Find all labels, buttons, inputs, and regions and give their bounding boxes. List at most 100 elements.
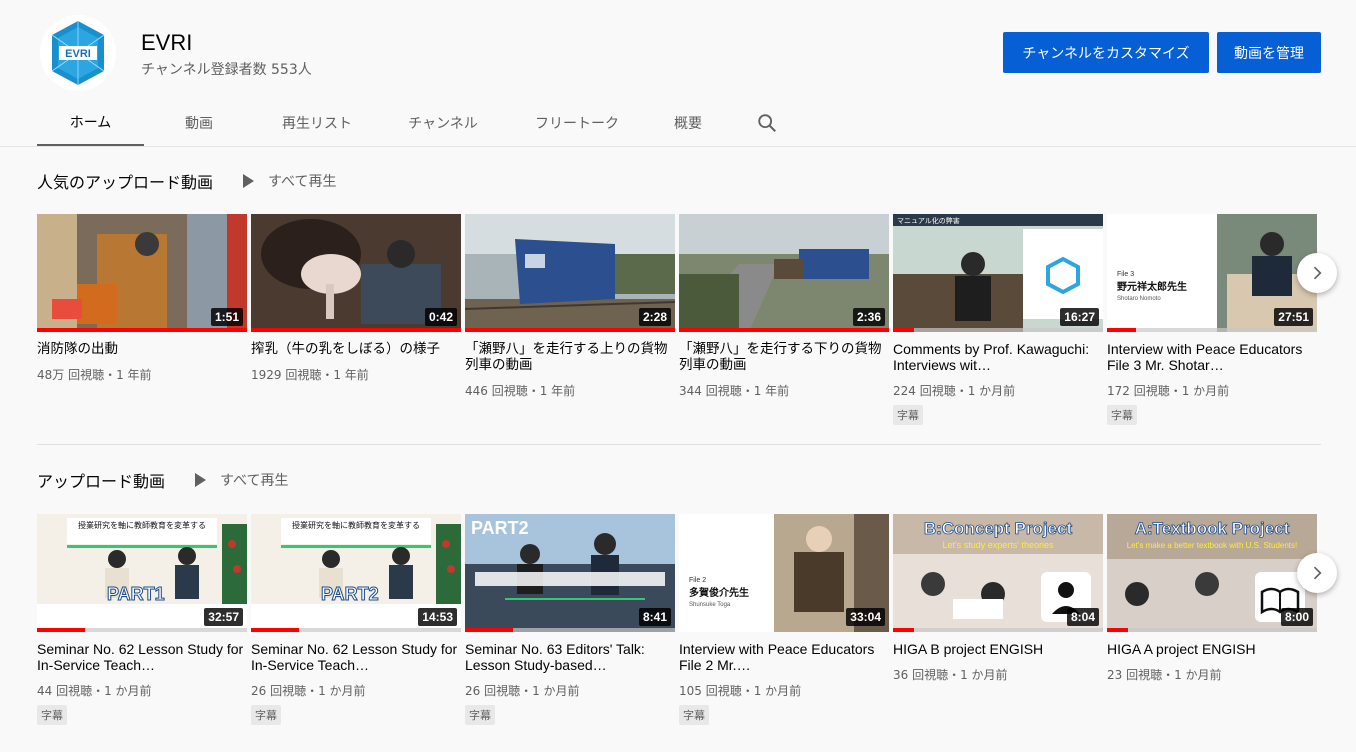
video-meta: 105 回視聴・1 か月前 bbox=[679, 684, 802, 698]
video-title[interactable]: Interview with Peace Educators File 2 Mr… bbox=[679, 641, 889, 673]
video-title[interactable]: Seminar No. 62 Lesson Study for In-Servi… bbox=[37, 641, 247, 673]
video-title[interactable]: Comments by Prof. Kawaguchi: Interviews … bbox=[893, 341, 1103, 373]
video-card[interactable]: マニュアル化の弊害 16:27 Comments by Prof. Kawagu… bbox=[893, 214, 1103, 425]
video-thumbnail[interactable]: PART2 8:41 bbox=[465, 514, 675, 632]
play-all-button[interactable]: すべて再生 bbox=[243, 171, 336, 191]
watch-progress bbox=[1107, 328, 1317, 332]
video-thumbnail[interactable]: 2:36 bbox=[679, 214, 889, 332]
tab-home[interactable]: ホーム bbox=[37, 100, 144, 146]
video-title[interactable]: Interview with Peace Educators File 3 Mr… bbox=[1107, 341, 1317, 373]
video-title[interactable]: HIGA A project ENGISH bbox=[1107, 641, 1317, 657]
tab-about[interactable]: 概要 bbox=[648, 100, 728, 146]
video-meta: 344 回視聴・1 年前 bbox=[679, 384, 790, 398]
video-title[interactable]: Seminar No. 63 Editors' Talk: Lesson Stu… bbox=[465, 641, 675, 673]
subscriber-count: チャンネル登録者数 553人 bbox=[141, 62, 312, 78]
channel-name: EVRI bbox=[141, 30, 193, 55]
video-card[interactable]: 1:51 消防隊の出動 48万 回視聴・1 年前 bbox=[37, 214, 247, 383]
svg-text:Shotaro Nomoto: Shotaro Nomoto bbox=[1117, 296, 1161, 302]
watch-progress bbox=[1107, 628, 1317, 632]
video-card[interactable]: 0:42 搾乳（牛の乳をしぼる）の様子 1929 回視聴・1 年前 bbox=[251, 214, 461, 383]
video-thumbnail[interactable]: File 2 多賀俊介先生 Shunsuke Toga 33:04 bbox=[679, 514, 889, 632]
subtitles-badge: 字幕 bbox=[893, 405, 923, 425]
evri-logo-icon: EVRI bbox=[40, 15, 116, 91]
shelf-next-button[interactable] bbox=[1297, 553, 1337, 593]
video-card[interactable]: 2:28 「瀬野八」を走行する上りの貨物列車の動画 446 回視聴・1 年前 bbox=[465, 214, 675, 399]
video-title[interactable]: HIGA B project ENGISH bbox=[893, 641, 1103, 657]
tab-playlists[interactable]: 再生リスト bbox=[254, 100, 380, 146]
video-meta: 1929 回視聴・1 年前 bbox=[251, 368, 369, 382]
svg-text:授業研究を軸に教師教育を変革する: 授業研究を軸に教師教育を変革する bbox=[292, 520, 420, 530]
channel-header: EVRI EVRI チャンネル登録者数 553人 チャンネルをカスタマイズ 動画… bbox=[0, 0, 1356, 146]
video-duration: 14:53 bbox=[418, 608, 457, 626]
video-title[interactable]: 搾乳（牛の乳をしぼる）の様子 bbox=[251, 341, 461, 357]
video-duration: 33:04 bbox=[846, 608, 885, 626]
svg-text:マニュアル化の弊害: マニュアル化の弊害 bbox=[897, 216, 960, 225]
video-card[interactable]: B:Concept Project Let's study experts' t… bbox=[893, 514, 1103, 683]
video-title[interactable]: 「瀬野八」を走行する上りの貨物列車の動画 bbox=[465, 341, 675, 373]
play-icon bbox=[243, 174, 255, 188]
video-meta: 23 回視聴・1 か月前 bbox=[1107, 668, 1222, 682]
video-card[interactable]: A:Textbook Project Let's make a better t… bbox=[1107, 514, 1317, 683]
channel-content: 人気のアップロード動画 すべて再生 1:51 消防隊の出動 48万 回視聴・1 … bbox=[0, 146, 1356, 752]
video-meta: 36 回視聴・1 か月前 bbox=[893, 668, 1008, 682]
svg-text:授業研究を軸に教師教育を変革する: 授業研究を軸に教師教育を変革する bbox=[78, 520, 206, 530]
video-meta: 48万 回視聴・1 年前 bbox=[37, 368, 152, 382]
video-title[interactable]: Seminar No. 62 Lesson Study for In-Servi… bbox=[251, 641, 461, 673]
video-thumbnail[interactable]: 0:42 bbox=[251, 214, 461, 332]
shelf-popular-uploads: 人気のアップロード動画 すべて再生 1:51 消防隊の出動 48万 回視聴・1 … bbox=[37, 166, 1337, 446]
video-thumbnail[interactable]: B:Concept Project Let's study experts' t… bbox=[893, 514, 1103, 632]
play-all-label: すべて再生 bbox=[268, 174, 337, 190]
video-meta: 224 回視聴・1 か月前 bbox=[893, 384, 1016, 398]
video-duration: 8:04 bbox=[1066, 608, 1099, 626]
svg-text:Let's make a better textbook w: Let's make a better textbook with U.S. S… bbox=[1127, 541, 1298, 550]
video-thumbnail[interactable]: マニュアル化の弊害 16:27 bbox=[893, 214, 1103, 332]
manage-videos-button[interactable]: 動画を管理 bbox=[1217, 32, 1321, 73]
video-thumbnail[interactable]: 2:28 bbox=[465, 214, 675, 332]
watch-progress bbox=[893, 328, 1103, 332]
video-thumbnail[interactable]: File 3 野元祥太郎先生 Shotaro Nomoto 27:51 bbox=[1107, 214, 1317, 332]
video-card[interactable]: 授業研究を軸に教師教育を変革する PART1 32:57 Seminar No.… bbox=[37, 514, 247, 725]
video-meta: 26 回視聴・1 か月前 bbox=[465, 684, 580, 698]
video-card[interactable]: File 2 多賀俊介先生 Shunsuke Toga 33:04 Interv… bbox=[679, 514, 889, 725]
subtitles-badge: 字幕 bbox=[465, 705, 495, 725]
watch-progress bbox=[37, 628, 247, 632]
subtitles-badge: 字幕 bbox=[679, 705, 709, 725]
tab-channels[interactable]: チャンネル bbox=[380, 100, 506, 146]
svg-text:多賀俊介先生: 多賀俊介先生 bbox=[689, 586, 749, 599]
video-meta: 446 回視聴・1 年前 bbox=[465, 384, 576, 398]
channel-avatar[interactable]: EVRI bbox=[40, 15, 116, 91]
customize-channel-button[interactable]: チャンネルをカスタマイズ bbox=[1003, 32, 1209, 73]
video-duration: 32:57 bbox=[204, 608, 243, 626]
video-duration: 0:42 bbox=[424, 308, 457, 326]
tab-search[interactable] bbox=[742, 100, 792, 146]
video-card[interactable]: File 3 野元祥太郎先生 Shotaro Nomoto 27:51 Inte… bbox=[1107, 214, 1317, 425]
video-title[interactable]: 「瀬野八」を走行する下りの貨物列車の動画 bbox=[679, 341, 889, 373]
search-icon bbox=[758, 114, 776, 132]
watch-progress bbox=[465, 628, 675, 632]
shelf-header: アップロード動画 すべて再生 bbox=[37, 465, 288, 495]
tab-videos[interactable]: 動画 bbox=[144, 100, 254, 146]
video-duration: 2:36 bbox=[852, 308, 885, 326]
watch-progress bbox=[893, 628, 1103, 632]
video-title[interactable]: 消防隊の出動 bbox=[37, 341, 247, 357]
video-thumbnail[interactable]: 1:51 bbox=[37, 214, 247, 332]
video-thumbnail[interactable]: A:Textbook Project Let's make a better t… bbox=[1107, 514, 1317, 632]
svg-text:PART1: PART1 bbox=[107, 584, 165, 604]
svg-text:Shunsuke Toga: Shunsuke Toga bbox=[689, 602, 731, 608]
svg-text:A:Textbook Project: A:Textbook Project bbox=[1135, 519, 1290, 538]
shelf-next-button[interactable] bbox=[1297, 253, 1337, 293]
video-thumbnail[interactable]: 授業研究を軸に教師教育を変革する PART1 32:57 bbox=[37, 514, 247, 632]
svg-text:PART2: PART2 bbox=[471, 518, 529, 538]
watch-progress bbox=[251, 328, 461, 332]
video-meta: 172 回視聴・1 か月前 bbox=[1107, 384, 1230, 398]
video-card[interactable]: 授業研究を軸に教師教育を変革する PART2 14:53 Seminar No.… bbox=[251, 514, 461, 725]
video-duration: 2:28 bbox=[638, 308, 671, 326]
play-all-button[interactable]: すべて再生 bbox=[195, 470, 288, 490]
shelf-uploads: アップロード動画 すべて再生 授業研究を軸に教師教育を変革する PART1 32… bbox=[37, 465, 1337, 752]
video-card[interactable]: 2:36 「瀬野八」を走行する下りの貨物列車の動画 344 回視聴・1 年前 bbox=[679, 214, 889, 399]
svg-text:Let's study experts' theories: Let's study experts' theories bbox=[943, 540, 1054, 550]
video-card[interactable]: PART2 8:41 Seminar No. 63 Editors' Talk:… bbox=[465, 514, 675, 725]
tab-discussion[interactable]: フリートーク bbox=[506, 100, 648, 146]
video-thumbnail[interactable]: 授業研究を軸に教師教育を変革する PART2 14:53 bbox=[251, 514, 461, 632]
svg-text:PART2: PART2 bbox=[321, 584, 379, 604]
